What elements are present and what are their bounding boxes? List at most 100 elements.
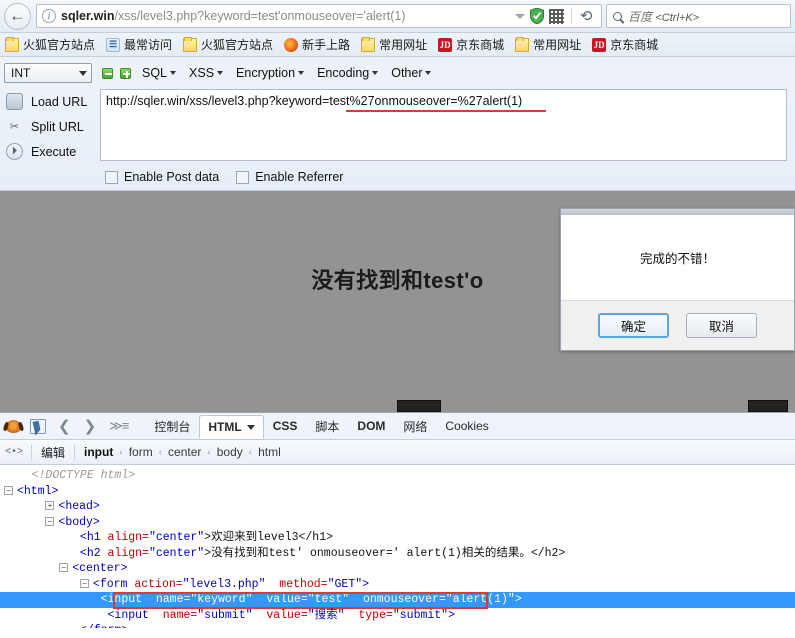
reload-button[interactable]: ⟳ [580, 7, 593, 25]
breadcrumb-item-input[interactable]: input [84, 445, 113, 459]
bookmark-item[interactable]: JD 京东商城 [592, 36, 658, 53]
source-line-head[interactable]: + <head> [0, 499, 795, 515]
hackbar-url-row: Load URL ✂ Split URL ⏵ Execute http://sq… [0, 85, 795, 164]
hackbar-url-input[interactable]: http://sqler.win/xss/level3.php?keyword=… [100, 89, 787, 161]
bookmark-label: 京东商城 [456, 38, 505, 52]
input-type-value: "submit" [392, 608, 449, 622]
head-tag: <head> [58, 500, 100, 513]
tab-html[interactable]: HTML [199, 415, 264, 439]
page-submit-input[interactable] [748, 400, 788, 412]
enable-post-data-checkbox[interactable]: Enable Post data [105, 170, 219, 184]
tab-css[interactable]: CSS [264, 415, 307, 437]
breadcrumb-separator: ‹ [207, 446, 211, 458]
hackbar-menu-xss[interactable]: XSS [189, 66, 224, 80]
hackbar-menu-sql[interactable]: SQL [142, 66, 177, 80]
source-line-form-close[interactable]: </form> [0, 623, 795, 628]
chevron-down-icon [170, 71, 177, 75]
dialog-ok-button[interactable]: 确定 [598, 313, 669, 338]
execute-label: Execute [31, 144, 77, 159]
hackbar-menu-other[interactable]: Other [391, 66, 432, 80]
checkbox-icon [105, 170, 118, 184]
bookmark-label: 常用网址 [533, 38, 582, 52]
minus-icon[interactable] [102, 67, 113, 79]
search-bar[interactable]: 百度 <Ctrl+K> [606, 4, 791, 28]
hackbar-type-select[interactable]: INT [4, 63, 92, 83]
bookmark-label: 新手上路 [302, 38, 351, 52]
source-line-body[interactable]: − <body> [0, 515, 795, 531]
breadcrumb-item-html[interactable]: html [258, 445, 281, 459]
h1-content: >欢迎来到level3</h1> [204, 531, 334, 544]
enable-post-data-label: Enable Post data [124, 170, 220, 184]
back-button[interactable]: ← [4, 2, 31, 30]
split-url-label: Split URL [31, 119, 84, 134]
next-icon[interactable]: ❯ [84, 417, 97, 435]
dialog-message: 完成的不错！ [561, 215, 794, 301]
plus-icon[interactable] [120, 67, 131, 79]
split-url-button[interactable]: ✂ Split URL [6, 114, 100, 139]
bookmark-item[interactable]: ☰ 最常访问 [106, 36, 172, 53]
enable-referrer-checkbox[interactable]: Enable Referrer [236, 170, 343, 184]
tab-script[interactable]: 脚本 [306, 414, 348, 439]
collapse-toggle-icon[interactable]: − [4, 485, 13, 495]
source-line-input-keyword[interactable]: <input name="keyword" value="test" onmou… [0, 592, 795, 609]
source-line-center[interactable]: − <center> [0, 561, 795, 577]
edit-button[interactable]: 编辑 [41, 444, 65, 461]
bookmark-item[interactable]: 火狐官方站点 [5, 36, 95, 53]
hackbar-menu-encoding[interactable]: Encoding [317, 66, 379, 80]
source-line-h1[interactable]: <h1 align="center">欢迎来到level3</h1> [0, 530, 795, 546]
firebug-logo-icon[interactable] [6, 419, 21, 433]
hackbar-menu-label: SQL [142, 66, 168, 80]
search-icon [613, 11, 622, 21]
qrcode-icon[interactable] [549, 8, 565, 24]
tab-console[interactable]: 控制台 [145, 414, 199, 439]
shield-icon[interactable] [530, 8, 545, 24]
input-tag: <input [100, 593, 143, 606]
breadcrumb: input ‹ form ‹ center ‹ body ‹ html [84, 445, 281, 459]
page-keyword-input[interactable] [397, 400, 441, 412]
folder-icon [515, 36, 530, 52]
h2-content: >没有找到和test' onmouseover=' alert(1)相关的结果。… [204, 546, 566, 560]
chevron-down-icon[interactable] [515, 13, 526, 19]
hackbar-menu-label: Encoding [317, 66, 370, 80]
source-line-form[interactable]: − <form action="level3.php" method="GET"> [0, 577, 795, 593]
page-info-icon[interactable]: i [42, 9, 56, 23]
form-tag-close: > [362, 577, 370, 591]
bookmark-item[interactable]: JD 京东商城 [438, 36, 504, 53]
source-line-input-submit[interactable]: <input name="submit" value="搜索" type="su… [0, 608, 795, 624]
breadcrumb-item-center[interactable]: center [168, 445, 201, 459]
checkbox-icon [236, 170, 250, 184]
firefox-icon [284, 37, 299, 52]
chevron-down-icon [79, 70, 87, 76]
code-icon[interactable]: <•> [5, 445, 23, 459]
breadcrumb-item-body[interactable]: body [217, 445, 243, 459]
tab-dom[interactable]: DOM [348, 415, 394, 437]
url-bar[interactable]: i sqler.win/xss/level3.php?keyword=test'… [36, 4, 602, 28]
input-value-attr: value= [266, 593, 308, 606]
inspect-element-icon[interactable] [30, 418, 46, 434]
tab-net[interactable]: 网络 [394, 414, 436, 439]
bookmark-item[interactable]: 常用网址 [361, 36, 427, 53]
expand-toggle-icon[interactable]: + [45, 501, 55, 511]
collapse-toggle-icon[interactable]: − [79, 578, 89, 588]
bookmark-item[interactable]: 新手上路 [284, 36, 350, 53]
breadcrumb-item-form[interactable]: form [129, 445, 153, 459]
tab-cookies[interactable]: Cookies [436, 415, 497, 437]
firebug-panel: ❮ ❯ ≫≡ 控制台 HTML CSS 脚本 DOM 网络 Cookies <•… [0, 412, 795, 628]
collapse-toggle-icon[interactable]: − [45, 516, 55, 526]
bookmark-item[interactable]: 常用网址 [515, 36, 581, 53]
hackbar-actions: Load URL ✂ Split URL ⏵ Execute [0, 89, 100, 164]
list-options-icon[interactable]: ≫≡ [109, 418, 129, 434]
load-url-button[interactable]: Load URL [6, 89, 100, 114]
collapse-toggle-icon[interactable]: − [59, 563, 69, 573]
previous-icon[interactable]: ❮ [58, 417, 71, 435]
dialog-cancel-button[interactable]: 取消 [686, 313, 757, 338]
source-line-h2[interactable]: <h2 align="center">没有找到和test' onmouseove… [0, 546, 795, 562]
hackbar-panel: INT SQL XSS Encryption Encoding Other Load U… [0, 57, 795, 191]
hackbar-menu-encryption[interactable]: Encryption [236, 66, 305, 80]
bookmark-item[interactable]: 火狐官方站点 [183, 36, 273, 53]
url-divider [571, 8, 573, 24]
form-method-value: "GET" [327, 577, 363, 591]
most-visited-icon: ☰ [106, 37, 121, 52]
source-line-html[interactable]: − <html> [0, 484, 795, 500]
execute-button[interactable]: ⏵ Execute [6, 139, 100, 164]
